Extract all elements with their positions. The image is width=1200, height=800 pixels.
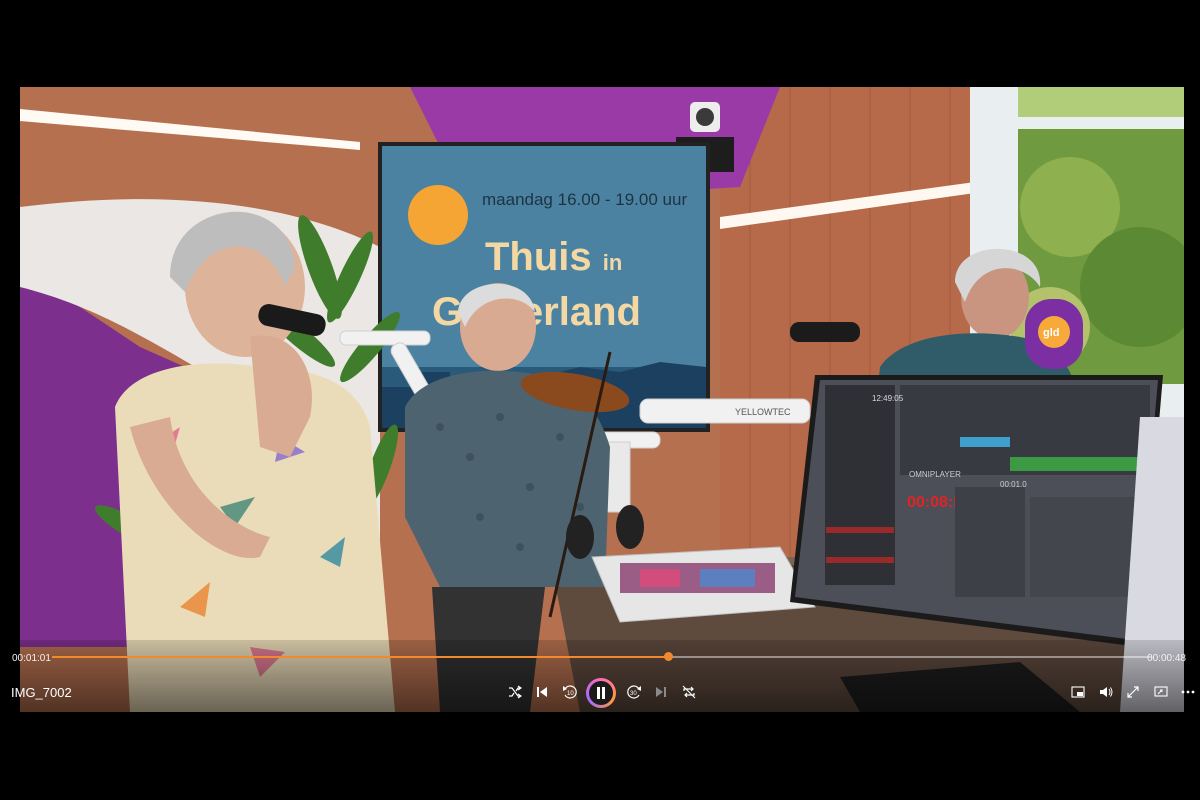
rewind-10-icon[interactable]: 10	[560, 682, 580, 702]
pause-icon	[597, 687, 605, 699]
fullscreen-icon[interactable]	[1123, 682, 1143, 702]
file-title: IMG_7002	[11, 685, 72, 700]
cast-icon[interactable]	[1151, 682, 1171, 702]
seek-bar[interactable]	[52, 652, 1152, 661]
svg-text:10: 10	[567, 691, 574, 697]
elapsed-time: 00:01:01	[12, 653, 51, 664]
more-icon[interactable]	[1178, 682, 1198, 702]
monitor-time-text: 12:49:05	[872, 394, 904, 403]
player-controls: 00:01:01 00:00:48 IMG_7002 10 30	[0, 640, 1200, 712]
shuffle-icon[interactable]	[505, 682, 525, 702]
seek-bar-progress	[52, 656, 668, 658]
remaining-time: 00:00:48	[1147, 653, 1186, 664]
next-icon[interactable]	[651, 682, 671, 702]
svg-text:30: 30	[630, 691, 637, 697]
miniplayer-icon[interactable]	[1068, 682, 1088, 702]
previous-icon[interactable]	[532, 682, 552, 702]
tv-hours-text: maandag 16.00 - 19.00 uur	[482, 190, 687, 209]
forward-30-icon[interactable]: 30	[624, 682, 644, 702]
mic-flag-text: gld	[1043, 327, 1060, 339]
pause-button[interactable]	[586, 678, 616, 708]
omniplayer-text: OMNIPLAYER	[909, 470, 961, 479]
seek-thumb[interactable]	[664, 652, 673, 661]
tv-title-line1: Thuis in	[485, 235, 622, 279]
volume-icon[interactable]	[1096, 682, 1116, 702]
repeat-icon[interactable]	[679, 682, 699, 702]
video-scene: maandag 16.00 - 19.00 uur Thuis in Gelde…	[20, 87, 1184, 712]
video-frame[interactable]: maandag 16.00 - 19.00 uur Thuis in Gelde…	[20, 87, 1184, 712]
arm-brand-text: YELLOWTEC	[735, 407, 791, 417]
